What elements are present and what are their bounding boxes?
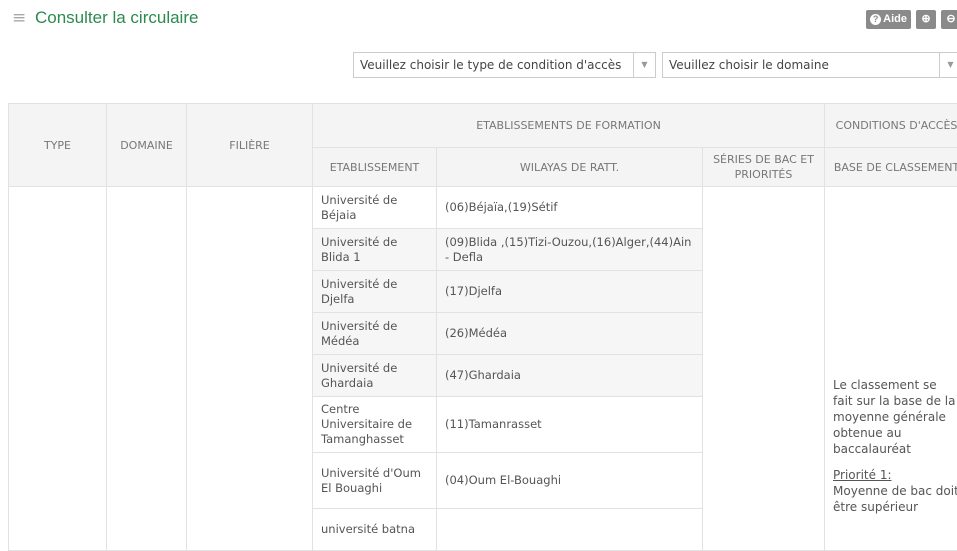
etablissement-cell: Centre Universitaire de Tamanghasset [313, 397, 437, 453]
table-row: Université de Béjaia (06)Béjaïa,(19)Séti… [9, 187, 957, 229]
zoom-in-button[interactable]: ⊕ [916, 10, 936, 29]
header-filiere: FILIÈRE [187, 104, 313, 187]
wilayas-cell: (04)Oum El-Bouaghi [437, 453, 703, 509]
hamburger-icon[interactable]: ≡ [12, 8, 26, 28]
wilayas-cell: (17)Djelfa [437, 271, 703, 313]
circulaire-table: TYPE DOMAINE FILIÈRE ETABLISSEMENTS DE F… [8, 103, 957, 551]
wilayas-cell: (09)Blida ,(15)Tizi-Ouzou,(16)Alger,(44)… [437, 229, 703, 271]
header-etablissements: ETABLISSEMENTS DE FORMATION [313, 104, 825, 148]
condition-type-select[interactable]: Veuillez choisir le type de condition d'… [353, 52, 656, 78]
header-etablissement: ETABLISSEMENT [313, 148, 437, 187]
etablissement-cell: université batna [313, 509, 437, 551]
filiere-cell [187, 187, 313, 551]
header-domaine: DOMAINE [107, 104, 187, 187]
etablissement-cell: Université d'Oum El Bouaghi [313, 453, 437, 509]
header-base: BASE DE CLASSEMENT [825, 148, 957, 187]
wilayas-cell: (06)Béjaïa,(19)Sétif [437, 187, 703, 229]
etablissement-cell: Université de Ghardaia [313, 355, 437, 397]
wilayas-cell: (11)Tamanrasset [437, 397, 703, 453]
priority-text: Moyenne de bac doit être supérieur [833, 484, 957, 514]
help-label: Aide [883, 10, 907, 29]
etablissement-cell: Université de Djelfa [313, 271, 437, 313]
base-classement-cell: Le classement se fait sur la base de la … [825, 187, 957, 551]
toolbar: ? Aide ⊕ ⊖ [866, 10, 957, 29]
etablissement-cell: Université de Médéa [313, 313, 437, 355]
zoom-out-button[interactable]: ⊖ [941, 10, 957, 29]
base-classement-text: Le classement se fait sur la base de la … [833, 378, 955, 456]
domaine-cell [107, 187, 187, 551]
domaine-select-value: Veuillez choisir le domaine [669, 58, 829, 72]
header-type: TYPE [9, 104, 107, 187]
zoom-out-icon: ⊖ [946, 10, 955, 29]
wilayas-cell [437, 509, 703, 551]
domaine-select[interactable]: Veuillez choisir le domaine ▼ [662, 52, 957, 78]
header-conditions: CONDITIONS D'ACCÈS [825, 104, 957, 148]
header-series: SÉRIES DE BAC ET PRIORITÉS [703, 148, 825, 187]
page-title: Consulter la circulaire [35, 8, 198, 28]
series-cell [703, 187, 825, 551]
zoom-in-icon: ⊕ [921, 10, 930, 29]
circulaire-table-wrapper: TYPE DOMAINE FILIÈRE ETABLISSEMENTS DE F… [8, 103, 957, 551]
help-icon: ? [870, 14, 881, 25]
help-button[interactable]: ? Aide [866, 10, 911, 29]
top-bar: ≡ Consulter la circulaire ? Aide ⊕ ⊖ [0, 0, 957, 40]
wilayas-cell: (26)Médéa [437, 313, 703, 355]
wilayas-cell: (47)Ghardaia [437, 355, 703, 397]
chevron-down-icon[interactable]: ▼ [939, 53, 957, 77]
condition-type-select-value: Veuillez choisir le type de condition d'… [360, 58, 621, 72]
header-wilayas: WILAYAS DE RATT. [437, 148, 703, 187]
filters-bar: Veuillez choisir le type de condition d'… [353, 52, 957, 78]
priority-label: Priorité 1: [833, 467, 957, 483]
type-cell [9, 187, 107, 551]
chevron-down-icon[interactable]: ▼ [633, 53, 655, 77]
etablissement-cell: Université de Blida 1 [313, 229, 437, 271]
etablissement-cell: Université de Béjaia [313, 187, 437, 229]
